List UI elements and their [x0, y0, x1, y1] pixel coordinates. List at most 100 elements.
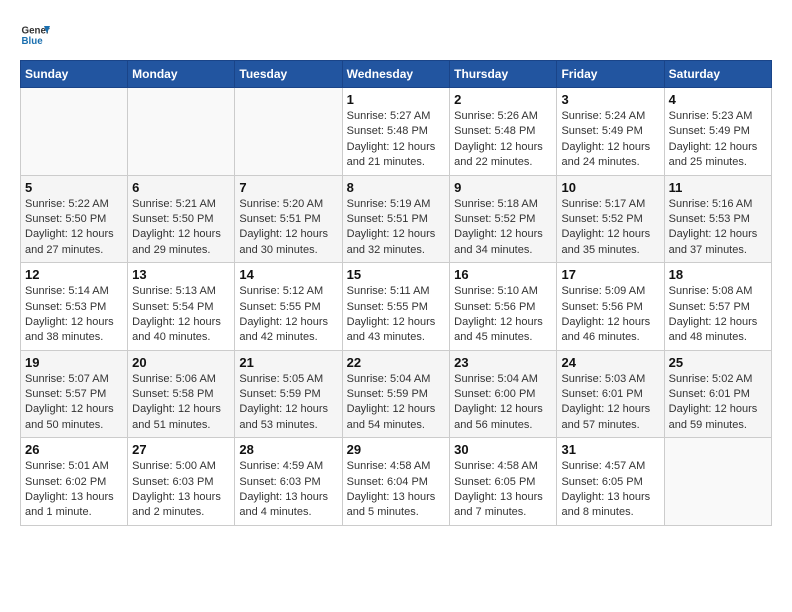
day-number: 3 — [561, 92, 659, 107]
day-info: Sunrise: 5:04 AM Sunset: 5:59 PM Dayligh… — [347, 372, 446, 434]
day-number: 18 — [669, 267, 767, 282]
week-row-4: 19Sunrise: 5:07 AM Sunset: 5:57 PM Dayli… — [21, 350, 772, 438]
calendar-cell: 27 Sunrise: 5:00 AM Sunset: 6:03 PM Dayli… — [128, 438, 235, 526]
calendar-cell: 18 Sunrise: 5:08 AM Sunset: 5:57 PM Dayli… — [664, 263, 771, 351]
calendar-table: SundayMondayTuesdayWednesdayThursdayFrid… — [20, 60, 772, 526]
day-info: Sunrise: 5:22 AM Sunset: 5:50 PM Dayligh… — [25, 197, 123, 259]
day-number: 24 — [561, 355, 659, 370]
day-info: Sunrise: 4:57 AM Sunset: 6:05 PM Dayligh… — [561, 459, 659, 521]
day-number: 6 — [132, 180, 230, 195]
week-row-3: 12Sunrise: 5:14 AM Sunset: 5:53 PM Dayli… — [21, 263, 772, 351]
day-header-monday: Monday — [128, 61, 235, 88]
day-number: 19 — [25, 355, 123, 370]
day-info: Sunrise: 5:12 AM Sunset: 5:55 PM Dayligh… — [239, 284, 337, 346]
week-row-2: 5 Sunrise: 5:22 AM Sunset: 5:50 PM Daylig… — [21, 175, 772, 263]
calendar-cell: 8 Sunrise: 5:19 AM Sunset: 5:51 PM Daylig… — [342, 175, 450, 263]
calendar-cell: 9 Sunrise: 5:18 AM Sunset: 5:52 PM Daylig… — [450, 175, 557, 263]
calendar-cell: 10 Sunrise: 5:17 AM Sunset: 5:52 PM Dayli… — [557, 175, 664, 263]
calendar-cell: 26 Sunrise: 5:01 AM Sunset: 6:02 PM Dayli… — [21, 438, 128, 526]
calendar-cell: 1 Sunrise: 5:27 AM Sunset: 5:48 PM Daylig… — [342, 88, 450, 176]
calendar-body: 1 Sunrise: 5:27 AM Sunset: 5:48 PM Daylig… — [21, 88, 772, 526]
day-info: Sunrise: 5:24 AM Sunset: 5:49 PM Dayligh… — [561, 109, 659, 171]
logo-icon: General Blue — [20, 20, 50, 50]
calendar-cell: 7Sunrise: 5:20 AM Sunset: 5:51 PM Daylig… — [235, 175, 342, 263]
day-info: Sunrise: 5:04 AM Sunset: 6:00 PM Dayligh… — [454, 372, 552, 434]
day-number: 10 — [561, 180, 659, 195]
day-info: Sunrise: 5:06 AM Sunset: 5:58 PM Dayligh… — [132, 372, 230, 434]
calendar-cell: 20 Sunrise: 5:06 AM Sunset: 5:58 PM Dayli… — [128, 350, 235, 438]
day-number: 28 — [239, 442, 337, 457]
day-info: Sunrise: 4:59 AM Sunset: 6:03 PM Dayligh… — [239, 459, 337, 521]
day-header-wednesday: Wednesday — [342, 61, 450, 88]
day-info: Sunrise: 5:18 AM Sunset: 5:52 PM Dayligh… — [454, 197, 552, 259]
calendar-cell: 29 Sunrise: 4:58 AM Sunset: 6:04 PM Dayli… — [342, 438, 450, 526]
day-number: 26 — [25, 442, 123, 457]
day-number: 1 — [347, 92, 446, 107]
day-info: Sunrise: 5:09 AM Sunset: 5:56 PM Dayligh… — [561, 284, 659, 346]
day-number: 12 — [25, 267, 123, 282]
day-info: Sunrise: 4:58 AM Sunset: 6:05 PM Dayligh… — [454, 459, 552, 521]
calendar-cell: 31 Sunrise: 4:57 AM Sunset: 6:05 PM Dayli… — [557, 438, 664, 526]
day-header-sunday: Sunday — [21, 61, 128, 88]
calendar-cell: 11 Sunrise: 5:16 AM Sunset: 5:53 PM Dayli… — [664, 175, 771, 263]
day-number: 14 — [239, 267, 337, 282]
calendar-cell: 12Sunrise: 5:14 AM Sunset: 5:53 PM Dayli… — [21, 263, 128, 351]
day-number: 11 — [669, 180, 767, 195]
calendar-cell: 30Sunrise: 4:58 AM Sunset: 6:05 PM Dayli… — [450, 438, 557, 526]
calendar-cell — [664, 438, 771, 526]
day-info: Sunrise: 5:01 AM Sunset: 6:02 PM Dayligh… — [25, 459, 123, 521]
day-number: 31 — [561, 442, 659, 457]
day-info: Sunrise: 5:11 AM Sunset: 5:55 PM Dayligh… — [347, 284, 446, 346]
day-header-tuesday: Tuesday — [235, 61, 342, 88]
calendar-cell: 6 Sunrise: 5:21 AM Sunset: 5:50 PM Daylig… — [128, 175, 235, 263]
day-info: Sunrise: 5:17 AM Sunset: 5:52 PM Dayligh… — [561, 197, 659, 259]
day-number: 16 — [454, 267, 552, 282]
logo: General Blue — [20, 20, 50, 50]
day-number: 29 — [347, 442, 446, 457]
calendar-cell: 16 Sunrise: 5:10 AM Sunset: 5:56 PM Dayli… — [450, 263, 557, 351]
calendar-cell: 2 Sunrise: 5:26 AM Sunset: 5:48 PM Daylig… — [450, 88, 557, 176]
calendar-cell — [21, 88, 128, 176]
calendar-cell: 3 Sunrise: 5:24 AM Sunset: 5:49 PM Daylig… — [557, 88, 664, 176]
day-number: 25 — [669, 355, 767, 370]
day-info: Sunrise: 5:00 AM Sunset: 6:03 PM Dayligh… — [132, 459, 230, 521]
day-info: Sunrise: 5:26 AM Sunset: 5:48 PM Dayligh… — [454, 109, 552, 171]
day-info: Sunrise: 5:21 AM Sunset: 5:50 PM Dayligh… — [132, 197, 230, 259]
day-info: Sunrise: 5:10 AM Sunset: 5:56 PM Dayligh… — [454, 284, 552, 346]
calendar-cell — [235, 88, 342, 176]
day-number: 9 — [454, 180, 552, 195]
calendar-cell: 21Sunrise: 5:05 AM Sunset: 5:59 PM Dayli… — [235, 350, 342, 438]
calendar-cell: 5 Sunrise: 5:22 AM Sunset: 5:50 PM Daylig… — [21, 175, 128, 263]
day-number: 23 — [454, 355, 552, 370]
page-header: General Blue — [20, 20, 772, 50]
day-number: 8 — [347, 180, 446, 195]
day-number: 27 — [132, 442, 230, 457]
day-header-saturday: Saturday — [664, 61, 771, 88]
day-header-thursday: Thursday — [450, 61, 557, 88]
week-row-5: 26 Sunrise: 5:01 AM Sunset: 6:02 PM Dayli… — [21, 438, 772, 526]
day-number: 15 — [347, 267, 446, 282]
calendar-cell: 28 Sunrise: 4:59 AM Sunset: 6:03 PM Dayli… — [235, 438, 342, 526]
day-number: 22 — [347, 355, 446, 370]
day-info: Sunrise: 5:16 AM Sunset: 5:53 PM Dayligh… — [669, 197, 767, 259]
calendar-cell: 14 Sunrise: 5:12 AM Sunset: 5:55 PM Dayli… — [235, 263, 342, 351]
day-header-friday: Friday — [557, 61, 664, 88]
calendar-cell: 17Sunrise: 5:09 AM Sunset: 5:56 PM Dayli… — [557, 263, 664, 351]
day-number: 20 — [132, 355, 230, 370]
day-info: Sunrise: 5:27 AM Sunset: 5:48 PM Dayligh… — [347, 109, 446, 171]
day-info: Sunrise: 4:58 AM Sunset: 6:04 PM Dayligh… — [347, 459, 446, 521]
day-info: Sunrise: 5:13 AM Sunset: 5:54 PM Dayligh… — [132, 284, 230, 346]
day-number: 21 — [239, 355, 337, 370]
svg-text:Blue: Blue — [22, 36, 44, 47]
days-of-week-row: SundayMondayTuesdayWednesdayThursdayFrid… — [21, 61, 772, 88]
day-info: Sunrise: 5:08 AM Sunset: 5:57 PM Dayligh… — [669, 284, 767, 346]
calendar-cell: 4Sunrise: 5:23 AM Sunset: 5:49 PM Daylig… — [664, 88, 771, 176]
day-info: Sunrise: 5:03 AM Sunset: 6:01 PM Dayligh… — [561, 372, 659, 434]
day-info: Sunrise: 5:02 AM Sunset: 6:01 PM Dayligh… — [669, 372, 767, 434]
calendar-cell: 19Sunrise: 5:07 AM Sunset: 5:57 PM Dayli… — [21, 350, 128, 438]
calendar-cell: 25 Sunrise: 5:02 AM Sunset: 6:01 PM Dayli… — [664, 350, 771, 438]
day-number: 2 — [454, 92, 552, 107]
day-info: Sunrise: 5:19 AM Sunset: 5:51 PM Dayligh… — [347, 197, 446, 259]
day-number: 5 — [25, 180, 123, 195]
calendar-header: SundayMondayTuesdayWednesdayThursdayFrid… — [21, 61, 772, 88]
